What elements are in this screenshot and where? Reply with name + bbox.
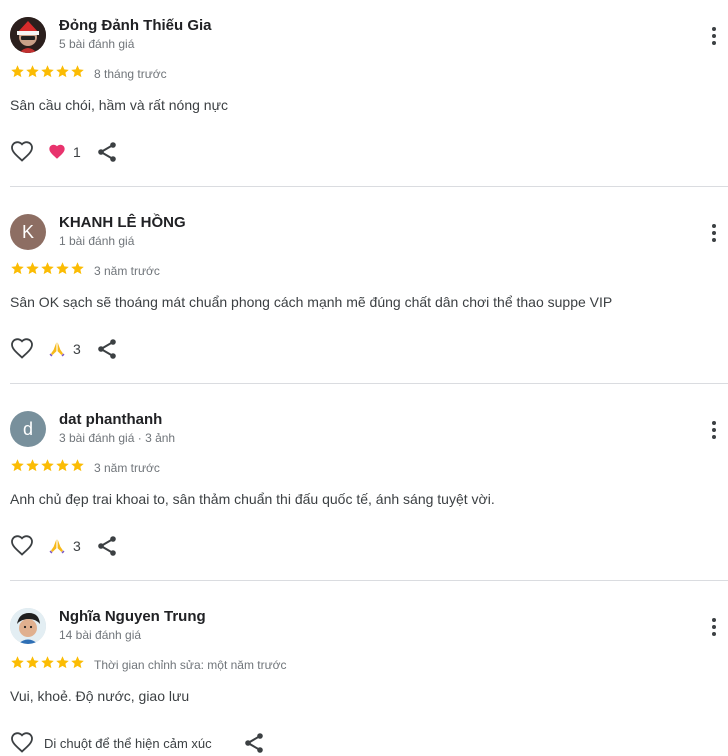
star-icon [26, 656, 39, 669]
star-icon [71, 459, 84, 472]
star-icon [11, 459, 24, 472]
reaction-summary[interactable]: 3 [48, 340, 81, 358]
like-heart-icon[interactable] [10, 534, 34, 558]
reaction-count: 3 [73, 341, 81, 357]
review-card: d dat phanthanh 3 bài đánh giá · 3 ảnh 3… [0, 394, 728, 590]
star-icon [41, 65, 54, 78]
review-date: 3 năm trước [94, 264, 160, 278]
star-rating [10, 64, 85, 79]
reaction-summary[interactable]: 3 [48, 537, 81, 555]
share-icon[interactable] [242, 731, 266, 755]
review-divider [10, 186, 728, 187]
star-icon [71, 65, 84, 78]
star-icon [11, 656, 24, 669]
avatar-letter: K [21, 221, 34, 242]
share-icon[interactable] [95, 140, 119, 164]
avatar[interactable] [10, 17, 46, 53]
review-text: Anh chủ đẹp trai khoai to, sân thảm chuẩ… [10, 491, 495, 507]
user-photo-icon [10, 608, 46, 644]
review-date: Thời gian chỉnh sửa: một năm trước [94, 658, 287, 672]
share-icon[interactable] [95, 534, 119, 558]
reviewer-name[interactable]: KHANH LÊ HỒNG [59, 214, 186, 231]
avatar-letter: d [22, 418, 33, 439]
reviewer-meta: 1 bài đánh giá [59, 234, 135, 248]
praying-hands-reaction-icon [49, 342, 65, 357]
reviewer-name[interactable]: dat phanthanh [59, 411, 162, 428]
heart-reaction-icon [49, 144, 65, 159]
more-options-button[interactable] [700, 416, 728, 444]
reviewer-name[interactable]: Nghĩa Nguyen Trung [59, 608, 206, 625]
star-icon [56, 656, 69, 669]
review-divider [10, 383, 728, 384]
user-photo-icon [10, 17, 46, 53]
star-icon [56, 65, 69, 78]
review-actions: Di chuột để thể hiện cảm xúc [10, 731, 266, 755]
review-card: Đỏng Đảnh Thiếu Gia 5 bài đánh giá 8 thá… [0, 0, 728, 196]
reaction-count: 3 [73, 538, 81, 554]
star-icon [56, 262, 69, 275]
more-options-button[interactable] [700, 613, 728, 641]
praying-hands-reaction-icon [49, 539, 65, 554]
review-actions: 1 [10, 140, 119, 164]
reviewer-name[interactable]: Đỏng Đảnh Thiếu Gia [59, 17, 212, 34]
star-icon [26, 459, 39, 472]
star-icon [11, 65, 24, 78]
star-rating [10, 458, 85, 473]
star-icon [26, 65, 39, 78]
review-text: Sân cầu chói, hầm và rất nóng nực [10, 97, 228, 113]
star-icon [56, 459, 69, 472]
review-card: K KHANH LÊ HỒNG 1 bài đánh giá 3 năm trư… [0, 197, 728, 393]
star-icon [71, 656, 84, 669]
review-date: 8 tháng trước [94, 67, 167, 81]
review-text: Sân OK sạch sẽ thoáng mát chuẩn phong cá… [10, 294, 613, 310]
review-card: Nghĩa Nguyen Trung 14 bài đánh giá Thời … [0, 591, 728, 756]
more-options-button[interactable] [700, 22, 728, 50]
star-icon [26, 262, 39, 275]
avatar[interactable] [10, 608, 46, 644]
reviewer-meta: 5 bài đánh giá [59, 37, 135, 51]
star-icon [11, 262, 24, 275]
star-rating [10, 261, 85, 276]
star-icon [41, 656, 54, 669]
star-rating [10, 655, 85, 670]
review-text: Vui, khoẻ. Độ nước, giao lưu [10, 688, 190, 704]
reviewer-meta: 3 bài đánh giá · 3 ảnh [59, 431, 176, 445]
like-heart-icon[interactable] [10, 731, 34, 755]
avatar[interactable]: d [10, 411, 46, 447]
review-actions: 3 [10, 337, 119, 361]
share-icon[interactable] [95, 337, 119, 361]
reviewer-meta: 14 bài đánh giá [59, 628, 142, 642]
star-icon [41, 459, 54, 472]
avatar[interactable]: K [10, 214, 46, 250]
like-heart-icon[interactable] [10, 140, 34, 164]
review-actions: 3 [10, 534, 119, 558]
like-heart-icon[interactable] [10, 337, 34, 361]
reaction-hover-hint: Di chuột để thể hiện cảm xúc [44, 735, 212, 751]
reaction-summary[interactable]: 1 [48, 143, 81, 161]
reaction-count: 1 [73, 144, 81, 160]
more-options-button[interactable] [700, 219, 728, 247]
review-date: 3 năm trước [94, 461, 160, 475]
star-icon [71, 262, 84, 275]
review-divider [10, 580, 728, 581]
star-icon [41, 262, 54, 275]
